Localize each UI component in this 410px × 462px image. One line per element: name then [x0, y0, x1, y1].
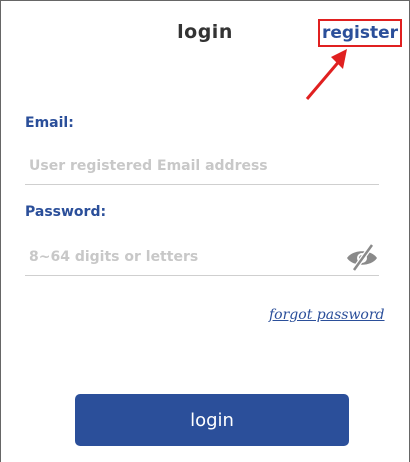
login-screen: login register Email: Password: forgot p…: [0, 0, 410, 462]
password-field-container: [25, 239, 379, 276]
email-label: Email:: [25, 115, 74, 131]
password-input[interactable]: [25, 249, 329, 265]
register-link[interactable]: register: [322, 23, 398, 43]
email-field-container: [25, 148, 379, 185]
login-button[interactable]: login: [75, 394, 349, 446]
forgot-password-link[interactable]: forgot password: [269, 307, 385, 323]
password-label: Password:: [25, 204, 107, 220]
red-arrow-icon: [305, 49, 347, 100]
register-highlight-box: register: [318, 19, 402, 47]
eye-off-icon[interactable]: [345, 243, 379, 271]
email-input[interactable]: [25, 158, 329, 174]
